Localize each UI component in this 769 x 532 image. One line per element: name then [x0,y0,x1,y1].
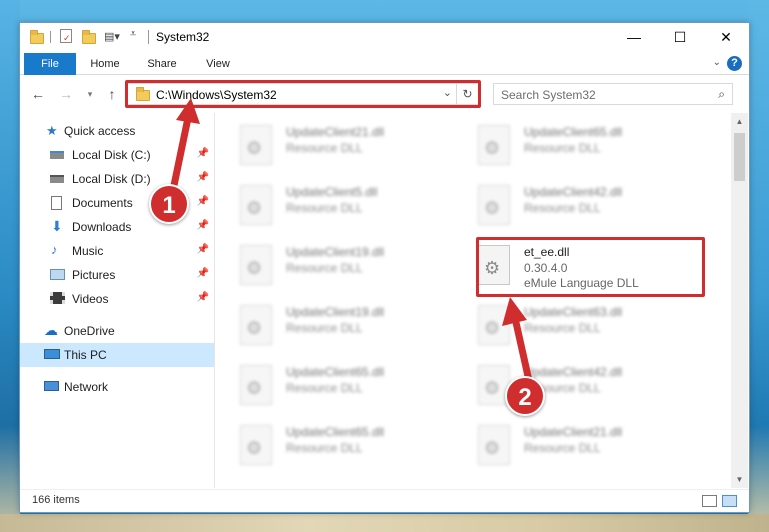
arrow-1 [168,98,200,199]
step-2-badge: 2 [505,376,545,416]
step-1-badge: 1 [149,184,189,224]
annotation-overlay [168,98,534,389]
arrow-2 [502,297,534,389]
